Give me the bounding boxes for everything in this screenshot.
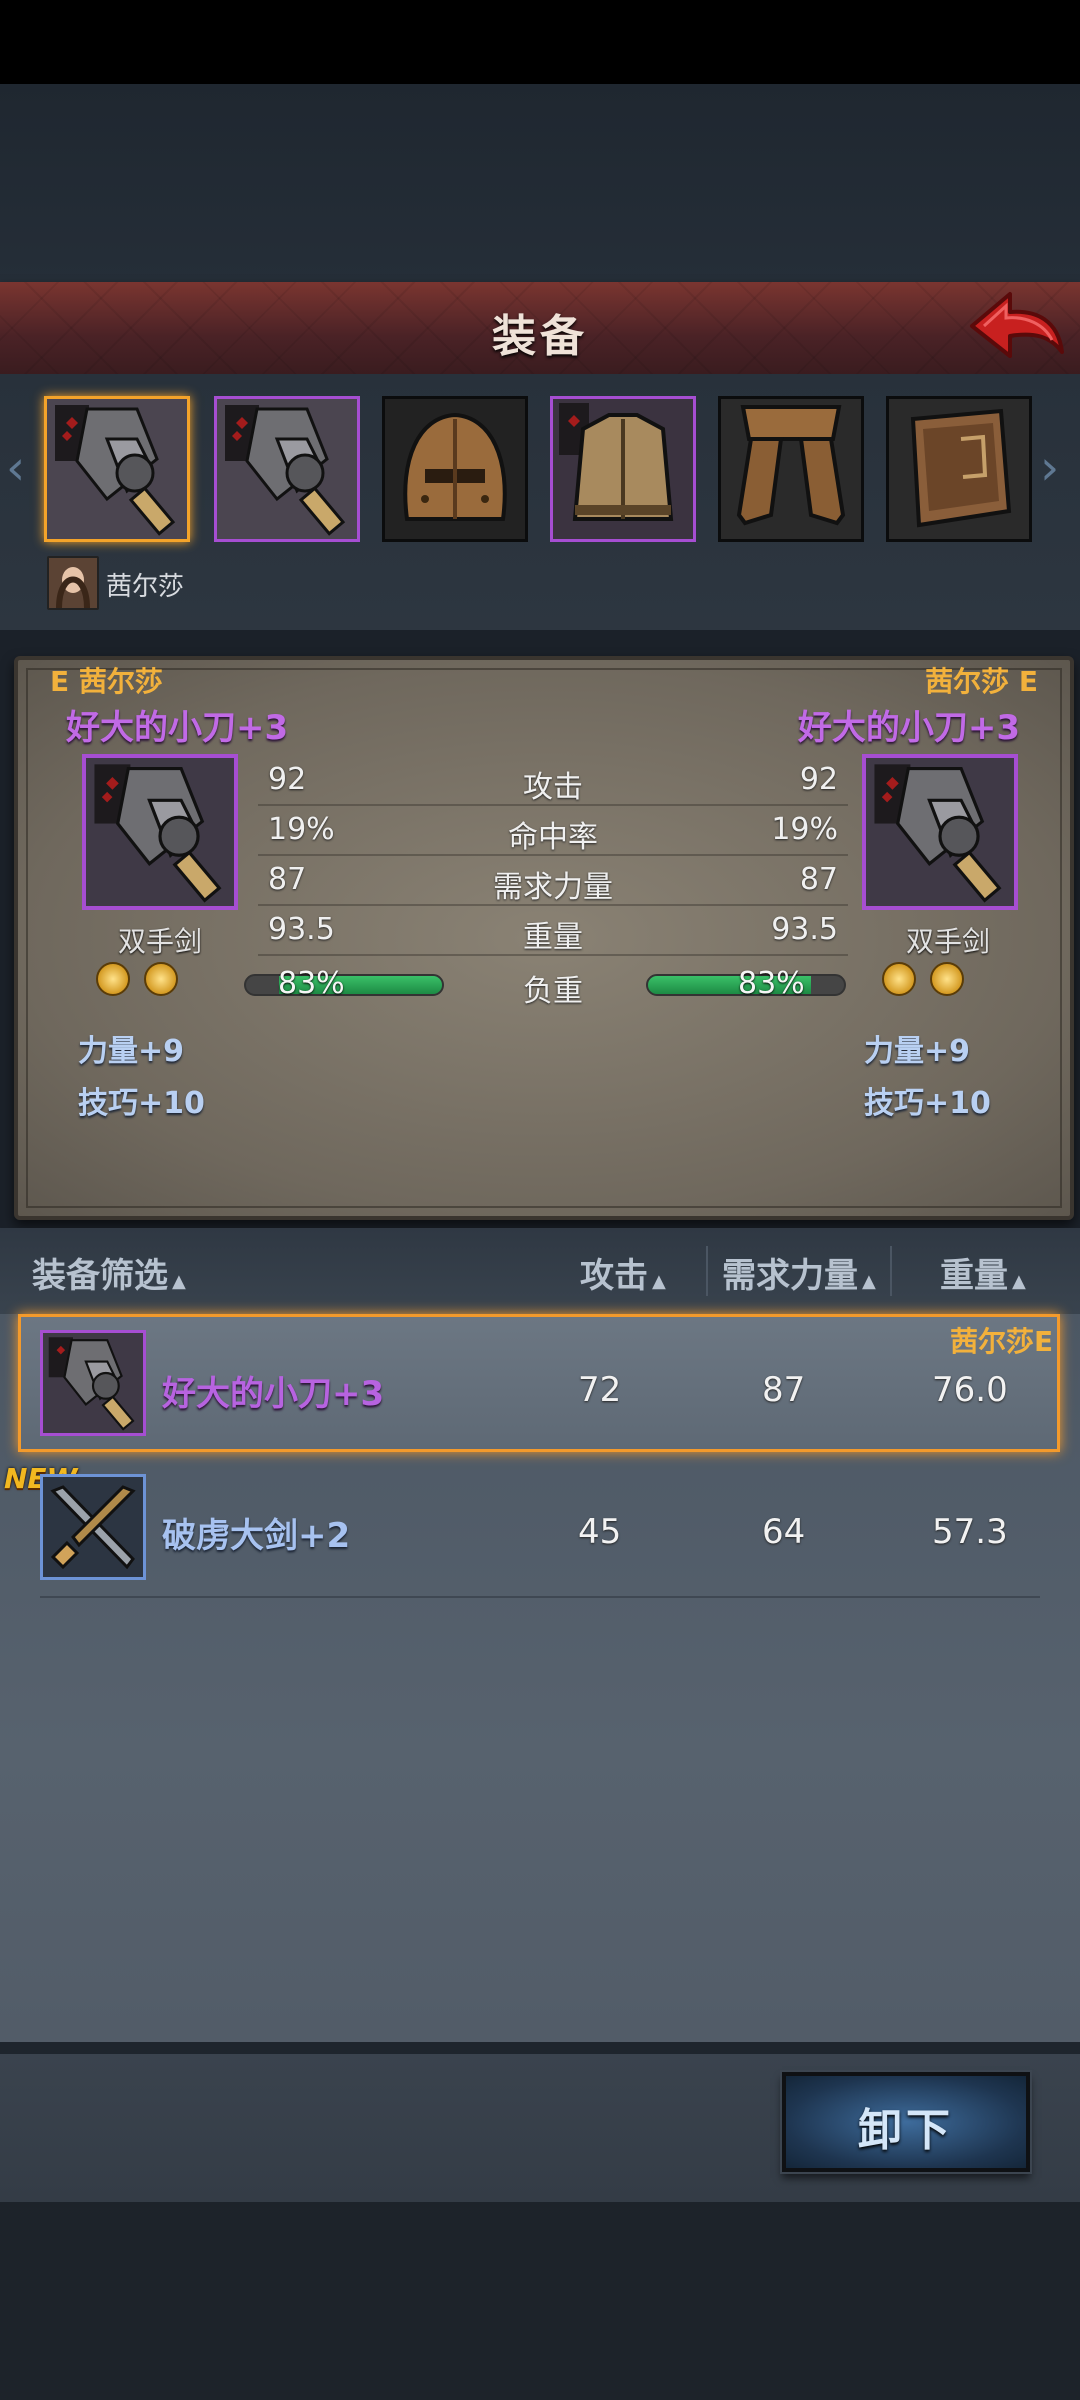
greatsword-icon: [866, 758, 1014, 906]
gem-socket-icon: [882, 962, 916, 996]
stat-row-req-strength: 87 需求力量 87: [258, 854, 848, 906]
row-item-icon: [40, 1330, 146, 1436]
scroll-left-icon[interactable]: ‹: [6, 440, 25, 496]
row-item-name: 好大的小刀+3: [162, 1374, 385, 1414]
character-name: 茜尔莎: [106, 572, 185, 602]
row-item-name[interactable]: 破虏大剑+2: [162, 1508, 350, 1557]
right-attack: 92: [799, 762, 838, 797]
right-item-name: 好大的小刀+3: [797, 708, 1020, 748]
page-title: 装备: [492, 311, 588, 362]
helmet-icon: [385, 399, 525, 539]
unequip-button[interactable]: 卸下: [782, 2072, 1030, 2172]
stat-label-weight: 重量: [523, 920, 583, 955]
row-req-strength: 64: [762, 1512, 806, 1552]
row-owner-tag: 茜尔莎E: [950, 1325, 1054, 1358]
stat-label-attack: 攻击: [523, 770, 583, 805]
slot-helmet[interactable]: [382, 396, 528, 542]
navigation-area: [0, 2202, 1080, 2400]
right-hit-rate: 19%: [771, 812, 838, 847]
row-weight: 76.0: [932, 1370, 1008, 1410]
row-attack: 72: [578, 1370, 622, 1410]
sort-triangle-icon: ▲: [652, 1271, 666, 1292]
greatsword-icon: [43, 1333, 143, 1433]
character-portrait[interactable]: [47, 556, 99, 610]
right-bonus-skill: 技巧+10: [864, 1086, 991, 1121]
left-item-name: 好大的小刀+3: [66, 708, 289, 748]
left-weapon-type: 双手剑: [117, 925, 202, 958]
gem-socket-icon: [144, 962, 178, 996]
sort-req-strength-label: 需求力量: [722, 1256, 858, 1296]
status-bar: [0, 0, 1080, 84]
greatsword-icon: [47, 399, 187, 539]
chest-armor-icon: [553, 399, 693, 539]
stat-label-hit-rate: 命中率: [508, 820, 598, 855]
sort-triangle-icon: ▲: [172, 1271, 186, 1292]
right-bonus-strength: 力量+9: [864, 1034, 971, 1069]
slot-weapon-offhand[interactable]: [214, 396, 360, 542]
slot-armor[interactable]: [550, 396, 696, 542]
right-req-strength: 87: [799, 862, 838, 897]
portrait-icon: [49, 558, 97, 609]
filter-label: 装备筛选: [32, 1256, 168, 1296]
row-item-icon[interactable]: [40, 1474, 146, 1580]
greatsword-icon: [86, 758, 234, 906]
back-button[interactable]: [966, 286, 1066, 366]
scroll-right-icon[interactable]: ›: [1040, 440, 1059, 496]
book-icon: [889, 399, 1029, 539]
sort-triangle-icon: ▲: [862, 1271, 876, 1292]
right-item-icon: [862, 754, 1018, 910]
right-weight: 93.5: [771, 912, 838, 947]
slot-weapon-main[interactable]: [44, 396, 190, 542]
right-owner-tag: 茜尔莎 E: [925, 665, 1038, 698]
greaves-icon: [721, 399, 861, 539]
row-attack: 45: [578, 1512, 622, 1552]
row-divider: [40, 1596, 1040, 1598]
gem-socket-icon: [96, 962, 130, 996]
crossed-swords-icon: [43, 1477, 143, 1577]
sort-attack-label: 攻击: [580, 1256, 648, 1296]
stat-row-hit-rate: 19% 命中率 19%: [258, 804, 848, 856]
header-divider: [706, 1246, 708, 1296]
slot-accessory[interactable]: [886, 396, 1032, 542]
back-arrow-icon: [970, 292, 1064, 358]
stat-row-attack: 92 攻击 92: [258, 754, 848, 806]
row-req-strength: 87: [762, 1370, 806, 1410]
top-backdrop: [0, 84, 1080, 284]
stat-row-weight: 93.5 重量 93.5: [258, 904, 848, 956]
row-weight: 57.3: [932, 1512, 1008, 1552]
header-divider: [890, 1246, 892, 1296]
stat-label-req-strength: 需求力量: [493, 870, 613, 905]
left-item-icon: [82, 754, 238, 910]
left-bonus-skill: 技巧+10: [78, 1086, 205, 1121]
left-owner-tag: E 茜尔莎: [50, 665, 163, 698]
left-bonus-strength: 力量+9: [78, 1034, 185, 1069]
unequip-label: 卸下: [858, 2105, 954, 2156]
slot-legs[interactable]: [718, 396, 864, 542]
bottom-divider: [0, 2042, 1080, 2054]
sort-triangle-icon: ▲: [1012, 1271, 1026, 1292]
right-load-text: 83%: [738, 966, 805, 1001]
right-weapon-type: 双手剑: [905, 925, 990, 958]
gem-socket-icon: [930, 962, 964, 996]
sort-weight-label: 重量: [940, 1256, 1008, 1296]
sort-req-strength-header[interactable]: 需求力量 ▲: [722, 1248, 876, 1297]
filter-header[interactable]: 装备筛选 ▲: [32, 1248, 186, 1297]
greatsword-icon: [217, 399, 357, 539]
sort-attack-header[interactable]: 攻击 ▲: [580, 1248, 666, 1297]
sort-weight-header[interactable]: 重量 ▲: [940, 1248, 1026, 1297]
